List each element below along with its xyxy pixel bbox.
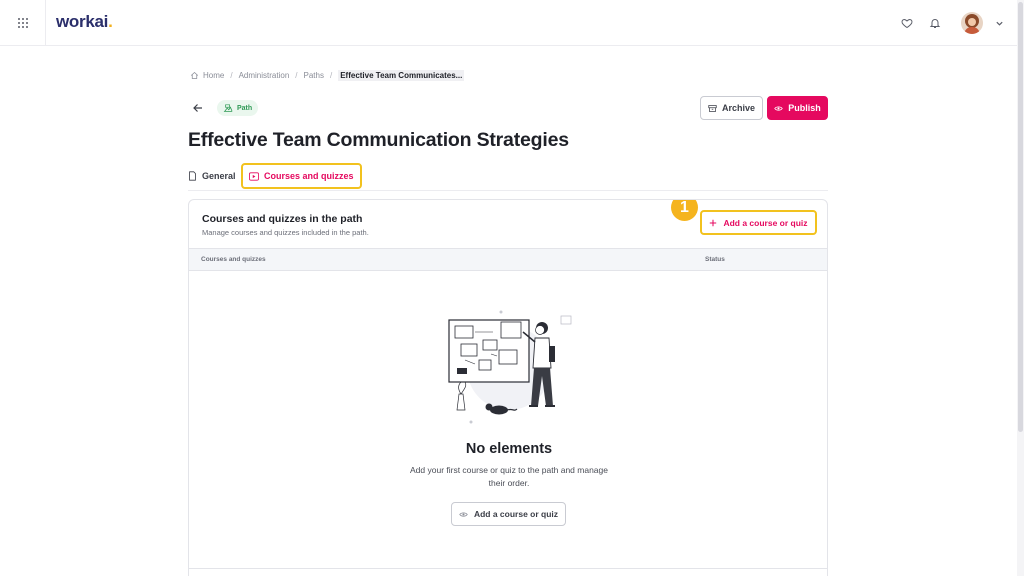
add-course-or-quiz-empty-button[interactable]: Add a course or quiz xyxy=(451,502,566,526)
table-header: Courses and quizzes Status xyxy=(189,248,827,271)
column-header-status[interactable]: Status xyxy=(705,256,725,263)
avatar[interactable] xyxy=(961,12,983,34)
archive-icon xyxy=(708,104,717,113)
path-badge: Path xyxy=(217,100,259,116)
bell-icon[interactable] xyxy=(927,15,943,31)
document-icon xyxy=(188,171,197,181)
breadcrumb-paths[interactable]: Paths xyxy=(304,71,324,80)
breadcrumb-administration[interactable]: Administration xyxy=(239,71,290,80)
empty-state-text: Add your first course or quiz to the pat… xyxy=(410,465,608,488)
play-icon xyxy=(249,171,259,181)
brand-logo[interactable]: workai. xyxy=(56,12,113,32)
breadcrumb-home[interactable]: Home xyxy=(203,71,224,80)
breadcrumb-current: Effective Team Communicates... xyxy=(338,69,465,81)
publish-label: Publish xyxy=(788,103,821,113)
path-badge-label: Path xyxy=(237,104,253,112)
empty-state-illustration xyxy=(439,310,579,430)
breadcrumb-separator: / xyxy=(295,70,298,80)
card-footer-divider xyxy=(189,568,827,569)
tab-general[interactable]: General xyxy=(188,163,236,189)
tab-courses-and-quizzes[interactable]: Courses and quizzes xyxy=(241,163,362,189)
column-header-courses[interactable]: Courses and quizzes xyxy=(201,256,266,263)
tab-courses-label: Courses and quizzes xyxy=(264,171,354,181)
breadcrumb-separator: / xyxy=(230,70,233,80)
card-title: Courses and quizzes in the path xyxy=(202,213,363,225)
home-icon[interactable] xyxy=(190,71,199,80)
path-icon xyxy=(223,103,233,113)
chevron-down-icon[interactable] xyxy=(991,15,1007,31)
add-course-or-quiz-label: Add a course or quiz xyxy=(723,217,808,228)
publish-button[interactable]: Publish xyxy=(767,96,828,120)
tabs-divider xyxy=(188,190,828,191)
card-subtitle: Manage courses and quizzes included in t… xyxy=(202,228,369,237)
page-title: Effective Team Communication Strategies xyxy=(188,129,569,151)
plus-icon xyxy=(709,219,717,227)
archive-button[interactable]: Archive xyxy=(700,96,763,120)
app-grid-icon[interactable] xyxy=(0,0,46,46)
archive-label: Archive xyxy=(721,103,756,113)
back-arrow-icon[interactable] xyxy=(191,101,205,115)
breadcrumb-separator: / xyxy=(329,70,333,80)
tab-general-label: General xyxy=(202,171,236,181)
brand-dot: . xyxy=(108,12,113,31)
add-course-or-quiz-button[interactable]: Add a course or quiz xyxy=(700,210,817,235)
empty-state-title: No elements xyxy=(465,441,553,457)
brand-name: workai xyxy=(56,12,109,31)
add-course-or-quiz-empty-label: Add a course or quiz xyxy=(473,509,559,519)
top-bar: workai. xyxy=(0,0,1017,46)
heart-icon[interactable] xyxy=(899,15,915,31)
publish-icon xyxy=(459,510,468,519)
publish-icon xyxy=(774,104,783,113)
breadcrumb: Home / Administration / Paths / Effectiv… xyxy=(190,69,465,81)
scrollbar-thumb[interactable] xyxy=(1018,2,1023,432)
step-number-badge: 1 xyxy=(671,200,698,221)
courses-card: Courses and quizzes in the path Manage c… xyxy=(188,199,828,576)
